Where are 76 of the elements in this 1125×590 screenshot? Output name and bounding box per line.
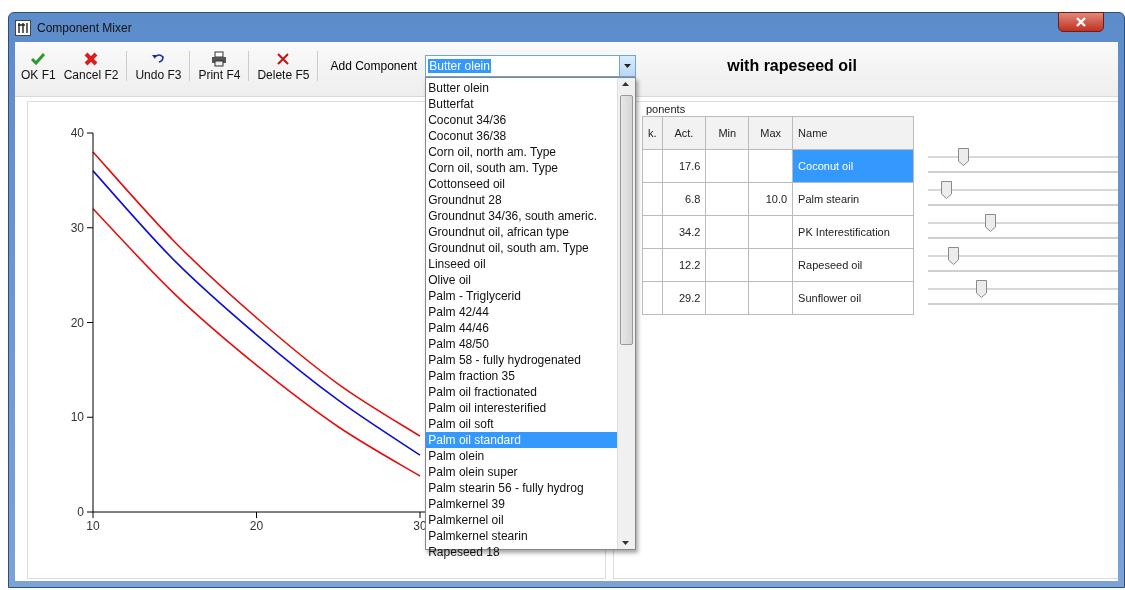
y-tick-label: 30 bbox=[70, 220, 84, 235]
column-header[interactable]: Min bbox=[705, 116, 749, 150]
table-cell[interactable]: Palm stearin bbox=[792, 182, 914, 216]
window-title: Component Mixer bbox=[37, 20, 132, 35]
column-header[interactable]: Name bbox=[792, 116, 914, 150]
dropdown-item[interactable]: Groundnut 28 bbox=[426, 192, 618, 208]
dropdown-item[interactable]: Coconut 34/36 bbox=[426, 112, 618, 128]
toolbar-button[interactable]: Print F4 bbox=[194, 48, 245, 84]
dropdown-item[interactable]: Groundnut oil, south am. Type bbox=[426, 240, 618, 256]
y-tick-label: 20 bbox=[70, 315, 84, 330]
table-cell: 29.2 bbox=[662, 281, 706, 315]
table-cell: 17.6 bbox=[662, 149, 706, 183]
column-header[interactable]: k. bbox=[642, 116, 663, 150]
dropdown-item[interactable]: Butterfat bbox=[426, 96, 618, 112]
x-tick-label: 20 bbox=[249, 519, 264, 533]
dropdown-item[interactable]: Corn oil, south am. Type bbox=[426, 160, 618, 176]
dropdown-item[interactable]: Linseed oil bbox=[426, 256, 618, 272]
check-icon bbox=[30, 50, 47, 67]
column-header[interactable]: Max bbox=[748, 116, 793, 150]
slider-thumb[interactable] bbox=[984, 214, 996, 232]
dropdown-item[interactable]: Butter olein bbox=[426, 80, 618, 96]
dropdown-item[interactable]: Palm oil soft bbox=[426, 416, 618, 432]
add-component-label: Add Component bbox=[330, 59, 418, 73]
close-icon bbox=[275, 50, 292, 67]
mix-heading: with rapeseed oil bbox=[726, 57, 858, 75]
table-cell[interactable]: Rapeseed oil bbox=[792, 248, 914, 282]
slider-thumb[interactable] bbox=[976, 280, 988, 298]
dropdown-item[interactable]: Palm olein super bbox=[426, 464, 618, 480]
y-tick-label: 10 bbox=[70, 410, 84, 425]
dropdown-item[interactable]: Palm - Triglycerid bbox=[426, 288, 618, 304]
scrollbar[interactable] bbox=[617, 78, 636, 549]
slider-thumb[interactable] bbox=[940, 181, 952, 199]
dropdown-item[interactable]: Olive oil bbox=[426, 272, 618, 288]
dropdown-item[interactable]: Palmkernel 39 bbox=[426, 496, 618, 512]
slider-thumb[interactable] bbox=[958, 148, 970, 166]
dropdown-item[interactable]: Cottonseed oil bbox=[426, 176, 618, 192]
dropdown-arrow-icon bbox=[624, 64, 632, 68]
scroll-up-icon bbox=[622, 82, 630, 86]
dropdown-item[interactable]: Groundnut oil, african type bbox=[426, 224, 618, 240]
table-cell: 34.2 bbox=[662, 215, 706, 249]
dropdown-item[interactable]: Palm 48/50 bbox=[426, 336, 618, 352]
toolbar-button[interactable]: Cancel F2 bbox=[59, 48, 123, 84]
toolbar-button[interactable]: Undo F3 bbox=[131, 48, 186, 84]
dropdown-item[interactable]: Rapeseed 18 bbox=[426, 544, 618, 560]
dropdown-item[interactable]: Palm 44/46 bbox=[426, 320, 618, 336]
close-icon bbox=[83, 50, 100, 67]
table-cell[interactable]: Sunflower oil bbox=[792, 281, 914, 315]
app-icon bbox=[15, 19, 31, 36]
dropdown-item[interactable]: Palmkernel stearin bbox=[426, 528, 618, 544]
close-icon bbox=[1076, 17, 1086, 27]
table-cell: 10.0 bbox=[748, 182, 793, 216]
group-label: ponents bbox=[646, 102, 687, 116]
printer-icon bbox=[211, 50, 228, 67]
dropdown-item[interactable]: Groundnut 34/36, south americ. bbox=[426, 208, 618, 224]
dropdown-item[interactable]: Palm olein bbox=[426, 448, 618, 464]
x-tick-label: 10 bbox=[86, 519, 100, 533]
dropdown-item[interactable]: Coconut 36/38 bbox=[426, 128, 618, 144]
dropdown-item[interactable]: Corn oil, north am. Type bbox=[426, 144, 618, 160]
dropdown-item[interactable]: Palmkernel oil bbox=[426, 512, 618, 528]
close-button[interactable] bbox=[1058, 12, 1104, 32]
dropdown-item[interactable]: Palm fraction 35 bbox=[426, 368, 618, 384]
column-header[interactable]: Act. bbox=[662, 116, 706, 150]
dropdown-item[interactable]: Palm 58 - fully hydrogenated bbox=[426, 352, 618, 368]
y-tick-label: 40 bbox=[70, 126, 84, 140]
slider-thumb[interactable] bbox=[947, 247, 959, 265]
table-cell[interactable]: PK Interestification bbox=[792, 215, 914, 249]
table-cell: 6.8 bbox=[662, 182, 706, 216]
table-cell: 12.2 bbox=[662, 248, 706, 282]
toolbar-button[interactable]: OK F1 bbox=[17, 48, 60, 84]
dropdown-item[interactable]: Palm oil fractionated bbox=[426, 384, 618, 400]
dropdown-item[interactable]: Palm 42/44 bbox=[426, 304, 618, 320]
dropdown-item[interactable]: Palm oil interesterified bbox=[426, 400, 618, 416]
scroll-down-icon bbox=[622, 541, 630, 545]
toolbar-button[interactable]: Delete F5 bbox=[253, 48, 314, 84]
y-tick-label: 0 bbox=[77, 505, 84, 519]
dropdown-item[interactable]: Palm stearin 56 - fully hydrog bbox=[426, 480, 618, 496]
